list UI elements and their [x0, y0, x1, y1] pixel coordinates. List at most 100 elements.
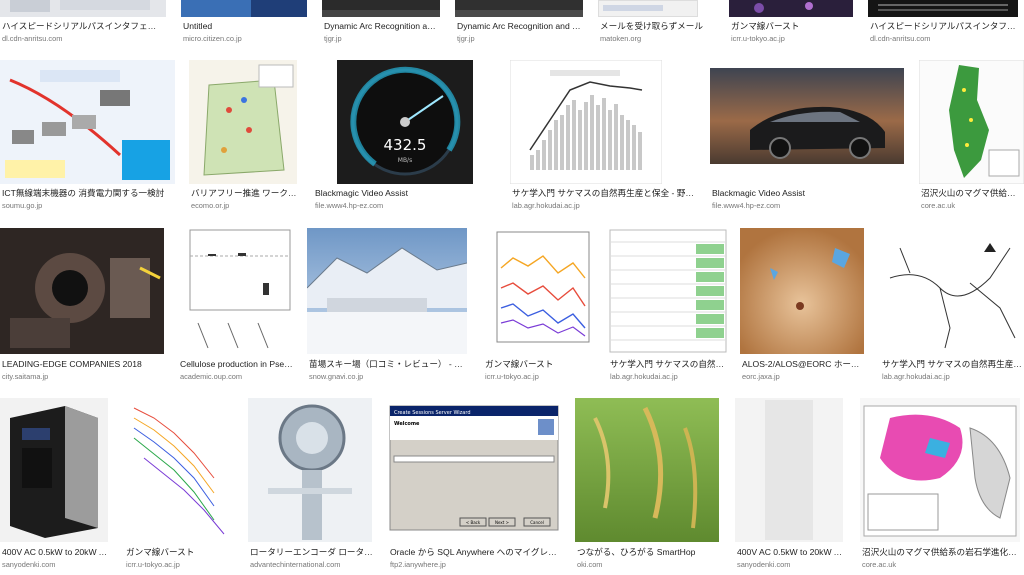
result-source: sanyodenki.com: [737, 560, 791, 569]
image-result-r4-2[interactable]: ガンマ線バースト icrr.u-tokyo.ac.jp: [124, 398, 236, 575]
image-result-r1-7[interactable]: ハイスピードシリアルパスインタフェー… dl.cdn-anritsu.com: [868, 0, 1024, 46]
result-source: tjgr.jp: [457, 34, 475, 43]
result-title[interactable]: 400V AC 0.5kW to 20kW A…: [2, 547, 110, 558]
thumbnail[interactable]: [483, 228, 593, 354]
result-source: lab.agr.hokudai.ac.jp: [882, 372, 950, 381]
image-result-r2-5[interactable]: Blackmagic Video Assist file.www4.hp-ez.…: [710, 60, 906, 215]
thumbnail[interactable]: [189, 60, 297, 184]
image-result-r2-6[interactable]: 沼沢火山のマグマ供給系の… core.ac.uk: [919, 60, 1024, 215]
image-result-r1-5[interactable]: メールを受け取らずメール matoken.org: [598, 0, 716, 46]
thumbnail[interactable]: [919, 60, 1024, 184]
thumbnail[interactable]: [178, 228, 294, 354]
result-title[interactable]: ガンマ線バースト: [485, 359, 593, 370]
image-result-r4-5[interactable]: つながる、ひろがる SmartHop oki.com: [575, 398, 721, 575]
result-source: matoken.org: [600, 34, 642, 43]
result-title[interactable]: バリアフリー推進 ワーク…: [191, 188, 297, 199]
result-source: ecomo.or.jp: [191, 201, 230, 210]
result-source: icrr.u-tokyo.ac.jp: [485, 372, 539, 381]
thumbnail[interactable]: [124, 398, 234, 542]
image-result-r4-7[interactable]: 沼沢火山のマグマ供給系の岩石学進化とカ… core.ac.uk: [860, 398, 1024, 575]
thumbnail[interactable]: [880, 228, 1022, 354]
result-title[interactable]: Blackmagic Video Assist: [712, 188, 904, 199]
result-source: lab.agr.hokudai.ac.jp: [512, 201, 580, 210]
result-source: advantechinternational.com: [250, 560, 341, 569]
result-source: soumu.go.jp: [2, 201, 43, 210]
result-title[interactable]: Blackmagic Video Assist: [315, 188, 495, 199]
result-source: dl.cdn-anritsu.com: [870, 34, 931, 43]
result-title[interactable]: ハイスピードシリアルパスインタフェース…: [2, 21, 164, 32]
result-source: snow.gnavi.co.jp: [309, 372, 364, 381]
image-result-r1-1[interactable]: ハイスピードシリアルパスインタフェース… dl.cdn-anritsu.com: [0, 0, 166, 46]
thumbnail[interactable]: [860, 398, 1020, 542]
image-result-r3-2[interactable]: Cellulose production in Pseu… academic.o…: [178, 228, 296, 384]
result-title[interactable]: ガンマ線バースト: [126, 547, 236, 558]
speed-readout: 432.5: [384, 136, 427, 154]
result-source: dl.cdn-anritsu.com: [2, 34, 63, 43]
image-result-r3-5[interactable]: サケ学入門 サケマスの自然… lab.agr.hokudai.ac.jp: [608, 228, 728, 384]
image-result-r1-2[interactable]: Untitled micro.citizen.co.jp: [181, 0, 307, 46]
back-button[interactable]: < Back: [466, 520, 481, 525]
result-title[interactable]: ハイスピードシリアルパスインタフェー…: [870, 21, 1022, 32]
thumbnail[interactable]: Create Sessions Server Wizard Welcome < …: [388, 398, 560, 542]
image-result-r2-1[interactable]: ICT無線端末機器の 消費電力関する一検討 soumu.go.jp: [0, 60, 175, 215]
result-title[interactable]: Cellulose production in Pseu…: [180, 359, 294, 370]
result-title[interactable]: Oracle から SQL Anywhere へのマイグレー…: [390, 547, 560, 558]
cancel-button[interactable]: Cancel: [530, 520, 544, 525]
result-title[interactable]: つながる、ひろがる SmartHop: [577, 547, 719, 558]
thumbnail[interactable]: [735, 398, 843, 542]
image-result-r2-4[interactable]: サケ学入門 サケマスの自然再生産と保全 - 野生… lab.agr.hokuda…: [510, 60, 696, 215]
result-title[interactable]: 沼沢火山のマグマ供給系の岩石学進化とカ…: [862, 547, 1022, 558]
result-title[interactable]: サケ学入門 サケマスの自然…: [610, 359, 726, 370]
thumbnail[interactable]: [322, 0, 440, 17]
result-source: lab.agr.hokudai.ac.jp: [610, 372, 678, 381]
result-title[interactable]: Dynamic Arc Recognition an…: [324, 21, 440, 32]
thumbnail[interactable]: [575, 398, 719, 542]
thumbnail[interactable]: [0, 60, 175, 184]
thumbnail[interactable]: [740, 228, 864, 354]
result-title[interactable]: 沼沢火山のマグマ供給系の…: [921, 188, 1024, 199]
image-result-r1-4[interactable]: Dynamic Arc Recognition and T… tjgr.jp: [455, 0, 583, 46]
result-title[interactable]: 苗場スキー場（口コミ・レビュー） - ス…: [309, 359, 467, 370]
thumbnail[interactable]: [248, 398, 372, 542]
next-button[interactable]: Next >: [495, 520, 509, 525]
thumbnail[interactable]: [868, 0, 1018, 17]
image-result-r2-2[interactable]: バリアフリー推進 ワーク… ecomo.or.jp: [189, 60, 299, 215]
result-source: file.www4.hp-ez.com: [315, 201, 384, 210]
image-result-r3-3[interactable]: 苗場スキー場（口コミ・レビュー） - ス… snow.gnavi.co.jp: [307, 228, 469, 384]
result-title[interactable]: メールを受け取らずメール: [600, 21, 714, 32]
image-result-r4-1[interactable]: 400V AC 0.5kW to 20kW A… sanyodenki.com: [0, 398, 112, 575]
thumbnail[interactable]: [181, 0, 307, 17]
thumbnail[interactable]: [0, 0, 166, 17]
image-result-r4-3[interactable]: ロータリーエンコーダ ロータ… advantechinternational.c…: [248, 398, 374, 575]
result-title[interactable]: ICT無線端末機器の 消費電力関する一検討: [2, 188, 173, 199]
image-result-r3-1[interactable]: LEADING-EDGE COMPANIES 2018 city.saitama…: [0, 228, 166, 384]
image-result-r3-4[interactable]: ガンマ線バースト icrr.u-tokyo.ac.jp: [483, 228, 595, 384]
result-title[interactable]: サケ学入門 サケマスの自然再生産と保全…: [882, 359, 1022, 370]
image-result-r2-3[interactable]: 432.5 MB/s Blackmagic Video Assist file.…: [313, 60, 497, 215]
result-title[interactable]: ALOS-2/ALOS@EORC ホーム…: [742, 359, 866, 370]
result-source: eorc.jaxa.jp: [742, 372, 780, 381]
image-result-r3-7[interactable]: サケ学入門 サケマスの自然再生産と保全… lab.agr.hokudai.ac.…: [880, 228, 1024, 384]
image-result-r1-3[interactable]: Dynamic Arc Recognition an… tjgr.jp: [322, 0, 440, 46]
thumbnail[interactable]: [455, 0, 583, 17]
image-result-r4-6[interactable]: 400V AC 0.5kW to 20kW A… sanyodenki.com: [735, 398, 847, 575]
result-title[interactable]: Untitled: [183, 21, 305, 32]
image-result-r1-6[interactable]: ガンマ線バースト icrr.u-tokyo.ac.jp: [729, 0, 853, 46]
thumbnail[interactable]: 432.5 MB/s: [313, 60, 497, 184]
result-title[interactable]: ガンマ線バースト: [731, 21, 851, 32]
result-title[interactable]: ロータリーエンコーダ ロータ…: [250, 547, 374, 558]
thumbnail[interactable]: [729, 0, 853, 17]
image-result-r4-4[interactable]: Create Sessions Server Wizard Welcome < …: [388, 398, 562, 575]
thumbnail[interactable]: [307, 228, 467, 354]
thumbnail[interactable]: [710, 60, 904, 184]
result-title[interactable]: サケ学入門 サケマスの自然再生産と保全 - 野生…: [512, 188, 694, 199]
thumbnail[interactable]: [0, 398, 108, 542]
thumbnail[interactable]: [0, 228, 164, 354]
thumbnail[interactable]: [598, 0, 698, 17]
image-result-r3-6[interactable]: ALOS-2/ALOS@EORC ホーム… eorc.jaxa.jp: [740, 228, 866, 384]
thumbnail[interactable]: [608, 228, 728, 354]
result-title[interactable]: 400V AC 0.5kW to 20kW A…: [737, 547, 847, 558]
thumbnail[interactable]: [510, 60, 662, 184]
result-title[interactable]: Dynamic Arc Recognition and T…: [457, 21, 581, 32]
result-title[interactable]: LEADING-EDGE COMPANIES 2018: [2, 359, 164, 370]
